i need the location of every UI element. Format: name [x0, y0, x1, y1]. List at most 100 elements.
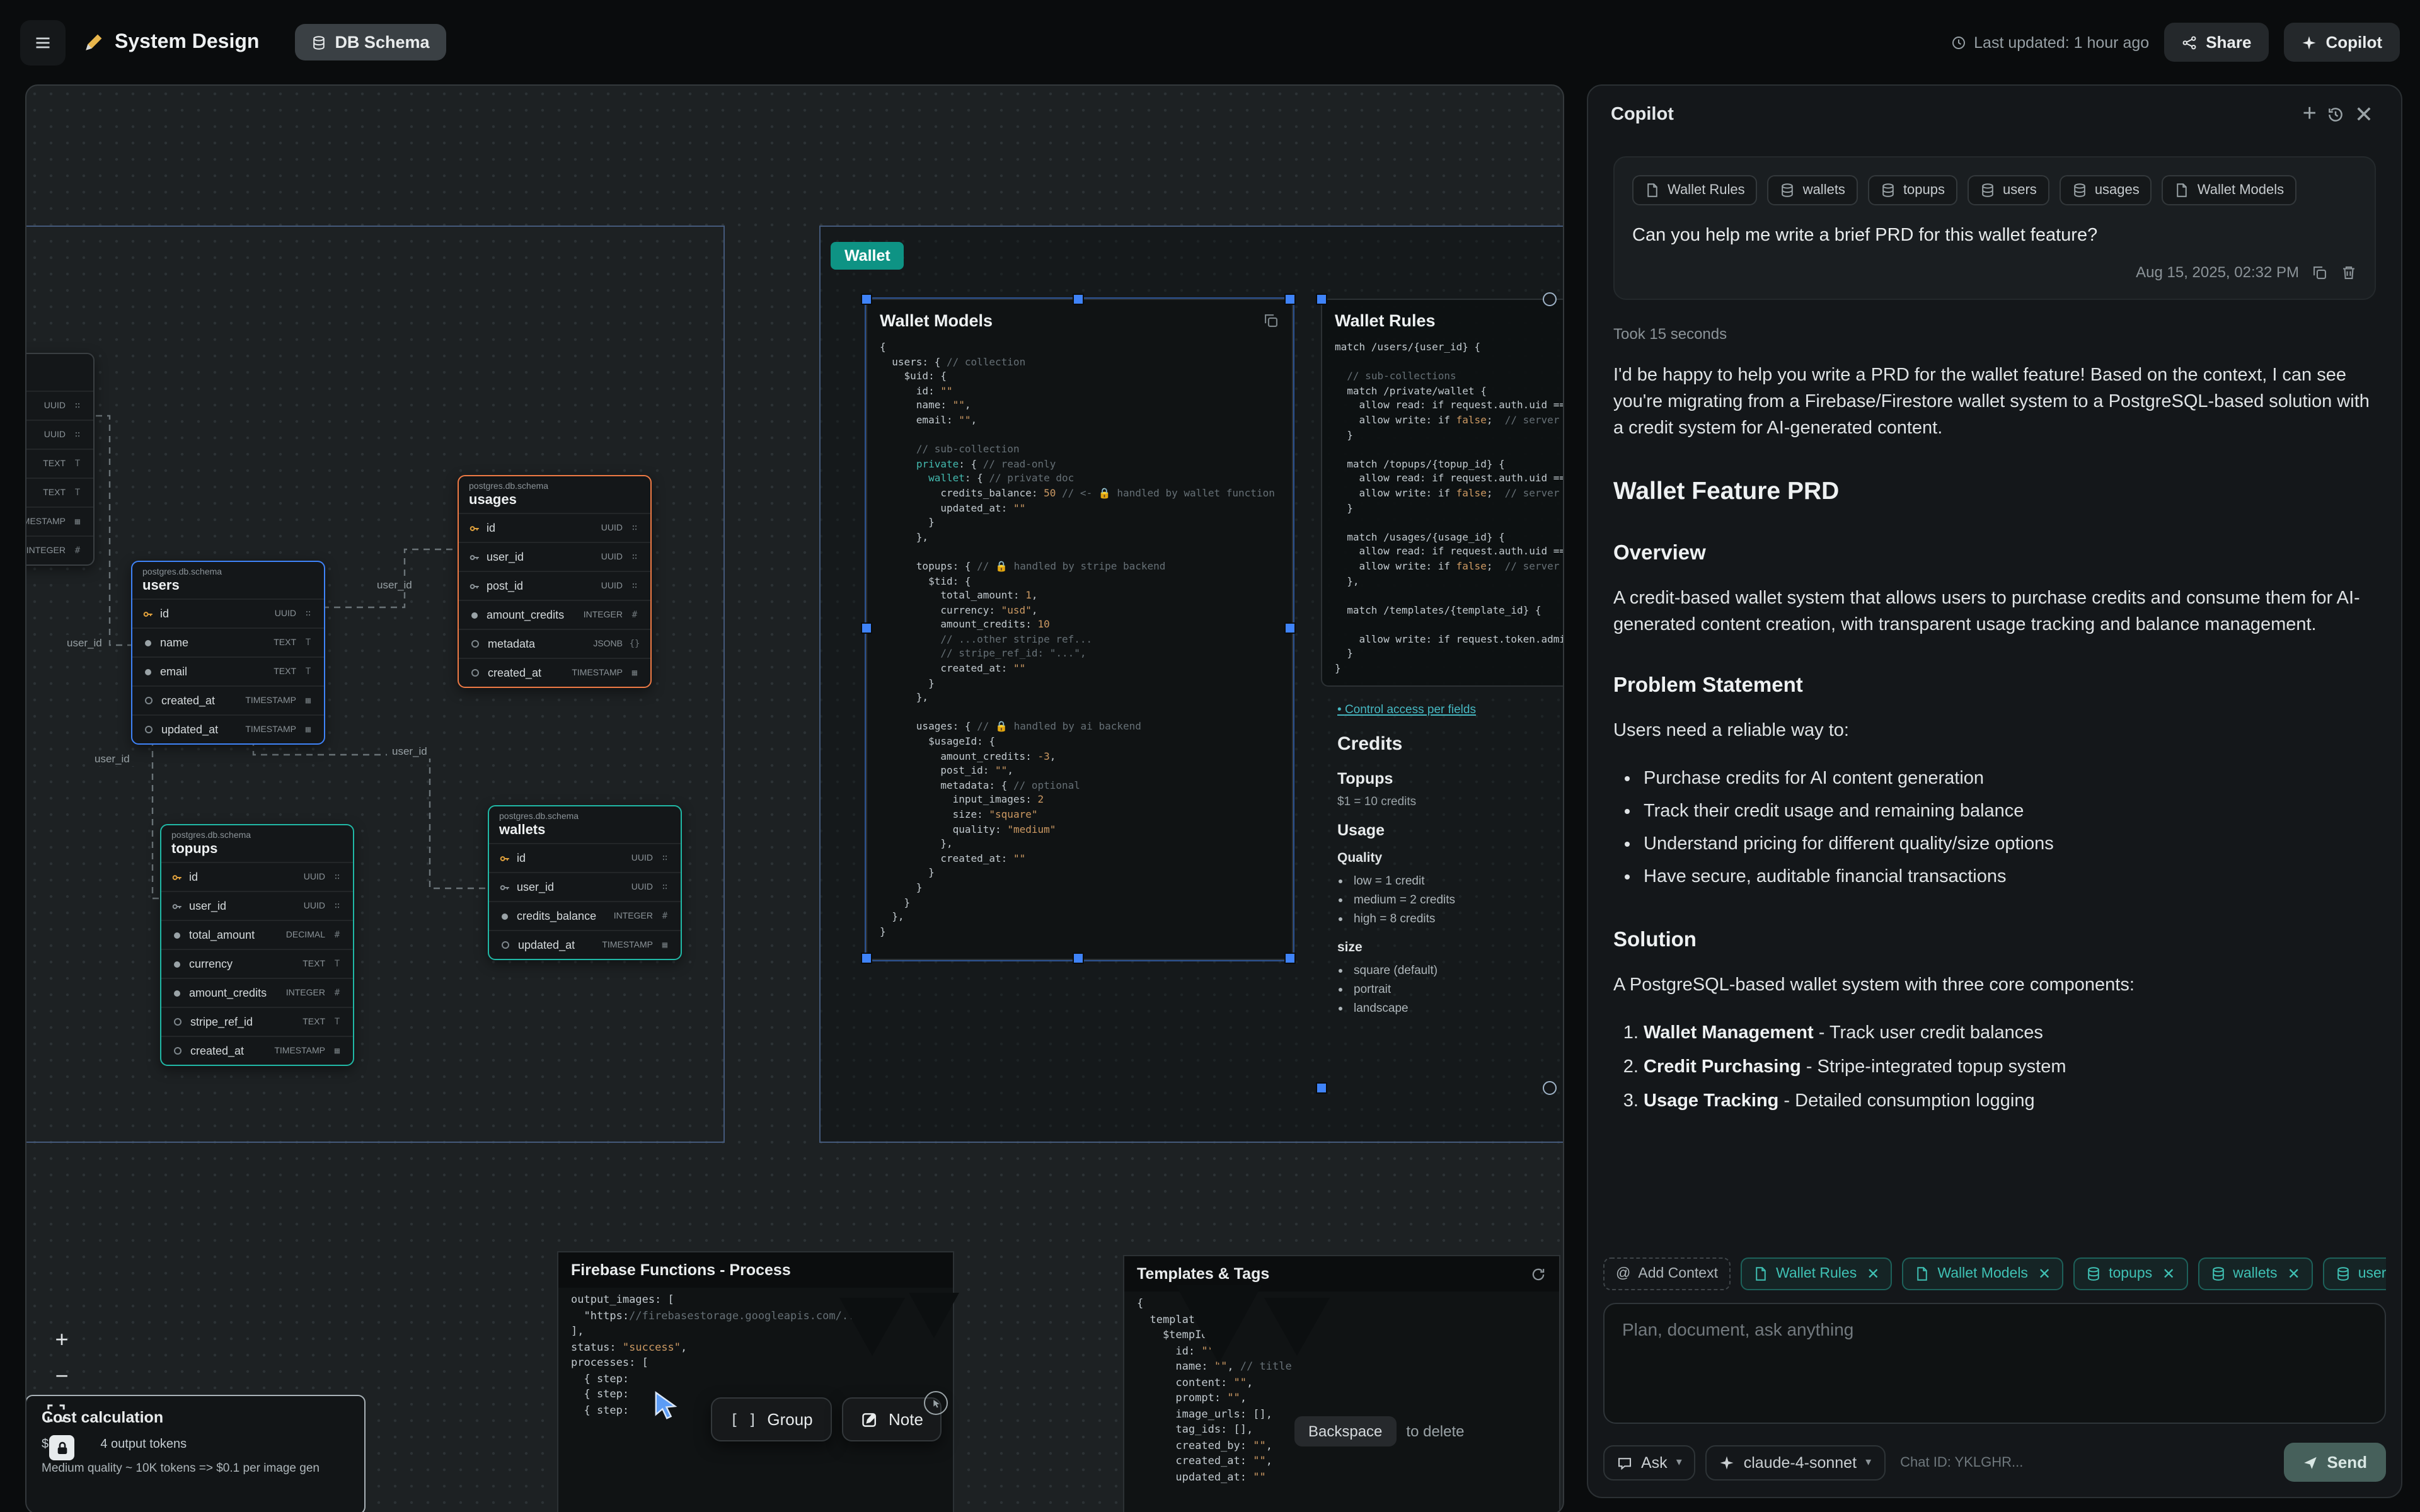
wallet-rules-code: match /users/{user_id} { // sub-collecti… — [1322, 335, 1564, 681]
tab-db-schema[interactable]: DB Schema — [294, 24, 446, 60]
cursor-badge-icon — [924, 1391, 948, 1415]
mode-select[interactable]: Ask ▾ — [1603, 1445, 1696, 1480]
chevron-down-icon: ▾ — [1865, 1455, 1871, 1469]
size-item: square (default) — [1354, 961, 1564, 980]
menu-button[interactable] — [20, 20, 66, 65]
pencil-icon — [83, 32, 105, 53]
control-access-link[interactable]: Control access per fields — [1337, 703, 1476, 717]
table-users[interactable]: postgres.db.schemausersidUUID∷nameTEXTTe… — [131, 561, 325, 745]
duration-note: Took 15 seconds — [1613, 325, 2376, 343]
table-field-user_id: user_idUUID∷ — [459, 542, 650, 571]
lock-toggle-button[interactable] — [49, 1435, 74, 1460]
composer-chip-topups[interactable]: topups✕ — [2073, 1257, 2187, 1290]
table-field-total_amount: total_amountDECIMAL# — [161, 920, 353, 949]
history-button[interactable] — [2322, 101, 2349, 129]
table-field-id: idUUID∷ — [459, 513, 650, 542]
table-partial[interactable]: UUID∷ UUID∷ TEXTT TEXTT TIMESTAMP▦ INTEG… — [25, 353, 95, 566]
table-field-updated_at: updated_atTIMESTAMP▦ — [132, 714, 324, 743]
table-wallets[interactable]: postgres.db.schemawalletsidUUID∷user_idU… — [488, 805, 682, 960]
size-item: portrait — [1354, 980, 1564, 999]
copilot-button[interactable]: Copilot — [2284, 23, 2400, 62]
response-solution: A PostgreSQL-based wallet system with th… — [1613, 973, 2376, 999]
copy-icon[interactable] — [1263, 312, 1279, 329]
composer-chip-wallet-models[interactable]: Wallet Models✕ — [1902, 1257, 2063, 1290]
composer-chip-users[interactable]: users✕ — [2323, 1257, 2386, 1290]
response-heading-solution: Solution — [1613, 929, 2376, 953]
connection-handle[interactable] — [1543, 292, 1557, 306]
selection-handle[interactable] — [1073, 953, 1084, 964]
table-topups[interactable]: postgres.db.schematopupsidUUID∷user_idUU… — [160, 824, 354, 1066]
credits-note[interactable]: Credits Topups $1 = 10 credits Usage Qua… — [1337, 733, 1564, 1018]
message-input[interactable] — [1603, 1303, 2386, 1424]
context-chip-wallets[interactable]: wallets — [1768, 175, 1858, 205]
required-dot-icon — [145, 639, 151, 646]
file-icon — [1645, 183, 1660, 198]
selection-handle[interactable] — [1073, 294, 1084, 305]
solution-item: Credit Purchasing - Stripe-integrated to… — [1644, 1051, 2376, 1085]
selection-handle[interactable] — [1316, 1082, 1327, 1094]
copy-icon[interactable] — [2312, 264, 2328, 280]
diagram-canvas[interactable]: Wallet user_id user_id user_id user_id p… — [25, 84, 1564, 1512]
table-field-stripe_ref_id: stripe_ref_idTEXTT — [161, 1007, 353, 1036]
add-context-button[interactable]: @ Add Context — [1603, 1257, 1731, 1290]
wallet-group-label[interactable]: Wallet — [831, 242, 904, 270]
selection-handle[interactable] — [1284, 953, 1296, 964]
remove-chip-icon[interactable]: ✕ — [2162, 1265, 2175, 1283]
remove-chip-icon[interactable]: ✕ — [2038, 1265, 2051, 1283]
user-message: Can you help me write a brief PRD for th… — [1632, 223, 2357, 248]
table-field: TEXTT — [25, 449, 93, 478]
refresh-icon[interactable] — [1530, 1266, 1547, 1282]
share-button[interactable]: Share — [2164, 23, 2269, 62]
context-chip-users[interactable]: users — [1968, 175, 2049, 205]
context-chip-wallet-models[interactable]: Wallet Models — [2162, 175, 2296, 205]
problem-list: Purchase credits for AI content generati… — [1613, 762, 2376, 893]
wallet-models-block[interactable]: Wallet Models { users: { // collection $… — [866, 299, 1293, 960]
selection-handle[interactable] — [1284, 622, 1296, 634]
composer-chip-wallet-rules[interactable]: Wallet Rules✕ — [1741, 1257, 1892, 1290]
table-header: postgres.db.schematopups — [161, 825, 353, 862]
close-panel-button[interactable]: ✕ — [2349, 100, 2378, 130]
selection-handle[interactable] — [1316, 294, 1327, 305]
model-select[interactable]: claude-4-sonnet ▾ — [1706, 1445, 1885, 1480]
response-heading-problem: Problem Statement — [1613, 674, 2376, 698]
wallet-rules-block[interactable]: Wallet Rules match /users/{user_id} { //… — [1321, 299, 1564, 687]
selection-handle[interactable] — [861, 622, 872, 634]
table-field-amount_credits: amount_creditsINTEGER# — [161, 978, 353, 1007]
table-field-metadata: metadataJSONB{} — [459, 629, 650, 658]
new-chat-button[interactable]: + — [2298, 100, 2322, 130]
context-chip-wallet-rules[interactable]: Wallet Rules — [1632, 175, 1758, 205]
table-field: UUID∷ — [25, 391, 93, 420]
remove-chip-icon[interactable]: ✕ — [1867, 1265, 1879, 1283]
remove-chip-icon[interactable]: ✕ — [2288, 1265, 2300, 1283]
credits-heading: Credits — [1337, 733, 1564, 755]
table-field: INTEGER# — [25, 536, 93, 564]
file-icon — [1753, 1266, 1768, 1281]
triangle-shape — [1176, 1285, 1262, 1363]
group-button[interactable]: [ ] Group — [711, 1397, 832, 1441]
cost-title: Cost calculation — [42, 1409, 349, 1426]
chat-thread: Wallet Rules wallets topups users usages Wall… — [1588, 144, 2401, 1250]
message-timestamp: Aug 15, 2025, 02:32 PM — [2136, 263, 2299, 281]
selection-handle[interactable] — [861, 294, 872, 305]
context-chip-topups[interactable]: topups — [1868, 175, 1957, 205]
delete-icon[interactable] — [2341, 264, 2357, 280]
connection-handle[interactable] — [1543, 1081, 1557, 1095]
fit-view-button[interactable] — [47, 1399, 77, 1426]
composer-chip-wallets[interactable]: wallets✕ — [2198, 1257, 2312, 1290]
context-chip-usages[interactable]: usages — [2060, 175, 2152, 205]
usage-heading: Usage — [1337, 822, 1564, 839]
firebase-functions-block[interactable]: Firebase Functions - Process output_imag… — [557, 1251, 954, 1512]
edge-label: user_id — [387, 743, 432, 759]
zoom-in-button[interactable]: + — [47, 1326, 77, 1353]
table-field-currency: currencyTEXTT — [161, 949, 353, 978]
database-icon — [2210, 1266, 2225, 1281]
database-icon — [2072, 183, 2087, 198]
selection-handle[interactable] — [1284, 294, 1296, 305]
send-button[interactable]: Send — [2284, 1443, 2386, 1482]
zoom-out-button[interactable]: − — [47, 1362, 77, 1390]
table-field-email: emailTEXTT — [132, 656, 324, 685]
selection-handle[interactable] — [861, 953, 872, 964]
quality-heading: Quality — [1337, 850, 1564, 866]
table-usages[interactable]: postgres.db.schemausagesidUUID∷user_idUU… — [458, 475, 652, 688]
zoom-toolbar: + − — [47, 1326, 77, 1460]
